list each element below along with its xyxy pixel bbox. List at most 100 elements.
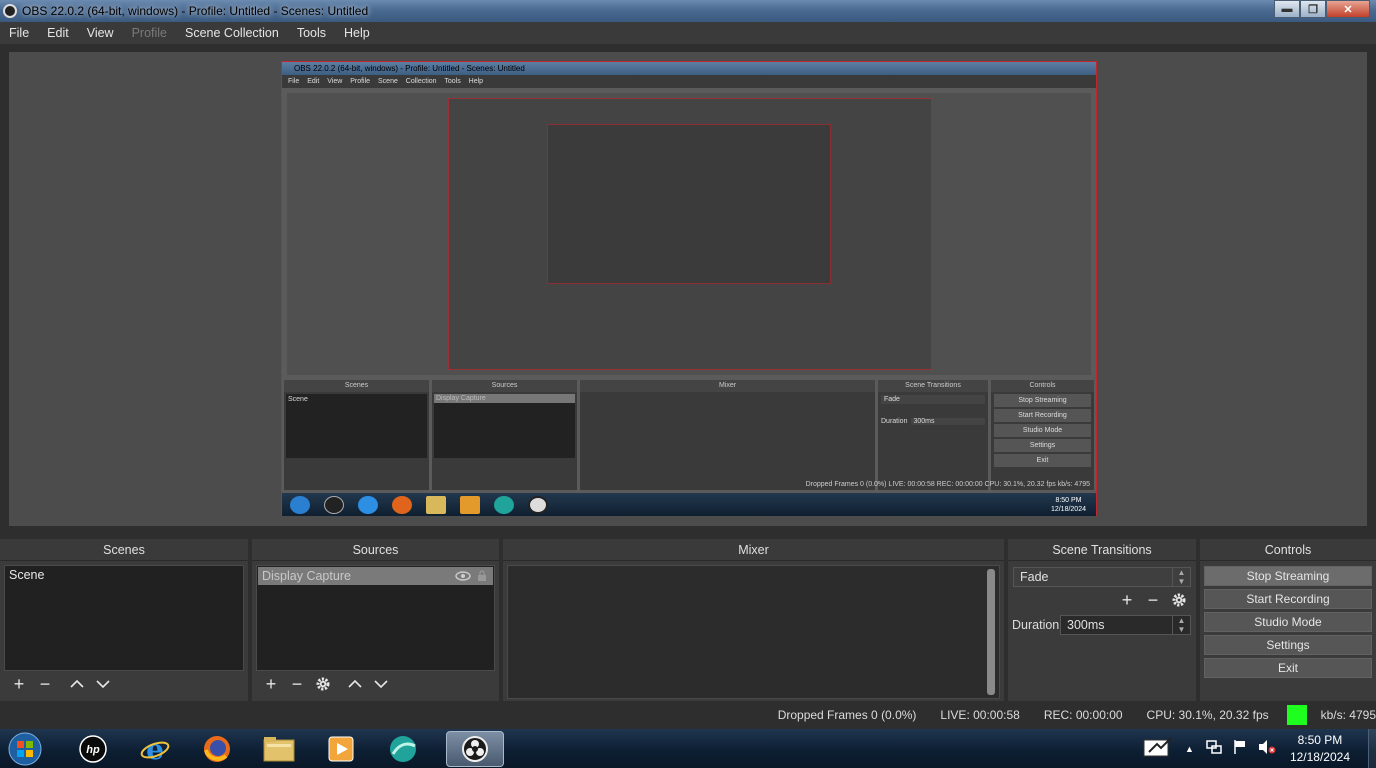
gear-icon[interactable] xyxy=(314,675,332,693)
nested-controls-dock: Controls Stop Streaming Start Recording … xyxy=(991,380,1094,490)
chevron-updown-icon: ▲ ▼ xyxy=(1172,568,1190,586)
scenes-dock: Scenes Scene + − xyxy=(0,539,248,701)
remove-icon[interactable]: − xyxy=(1144,590,1162,610)
display-capture-preview[interactable]: OBS 22.0.2 (64-bit, windows) - Profile: … xyxy=(281,61,1097,516)
nested-clock: 8:50 PM 12/18/2024 xyxy=(1050,496,1086,513)
nested-deep-capture xyxy=(547,124,831,284)
menu-file[interactable]: File xyxy=(0,26,38,40)
hp-icon[interactable]: hp xyxy=(74,731,112,767)
nested-inner-capture xyxy=(448,98,932,370)
nested-menu-bar: File Edit View Profile Scene Collection … xyxy=(282,75,1096,88)
network-icon[interactable] xyxy=(1206,739,1222,758)
transition-toolbar: + − xyxy=(1118,590,1188,610)
show-hidden-icons-icon[interactable]: ▲ xyxy=(1185,744,1194,754)
menu-help[interactable]: Help xyxy=(335,26,379,40)
nested-docks: Scenes Scene Sources Display Capture Mix… xyxy=(284,380,1094,490)
scenes-dock-title: Scenes xyxy=(0,539,248,561)
scenes-list[interactable]: Scene xyxy=(4,565,244,671)
window-controls: ▬ ❐ ✕ xyxy=(1274,0,1370,18)
scene-item[interactable]: Scene xyxy=(5,566,243,584)
controls-dock: Controls Stop Streaming Start Recording … xyxy=(1200,539,1376,701)
scenes-toolbar: + − xyxy=(10,674,112,694)
sources-toolbar: + − xyxy=(262,674,390,694)
flag-icon[interactable] xyxy=(1232,739,1248,758)
mixer-panel xyxy=(507,565,1000,699)
menu-view[interactable]: View xyxy=(78,26,123,40)
exit-button[interactable]: Exit xyxy=(1204,658,1372,678)
scene-transitions-dock: Scene Transitions Fade ▲ ▼ + − Duration 3… xyxy=(1008,539,1196,701)
live-time: LIVE: 00:00:58 xyxy=(940,708,1020,722)
ie-icon[interactable]: e xyxy=(136,731,174,767)
title-bar: OBS 22.0.2 (64-bit, windows) - Profile: … xyxy=(0,0,1376,22)
folder-icon[interactable] xyxy=(260,731,298,767)
rec-time: REC: 00:00:00 xyxy=(1043,708,1123,722)
mixer-dock-title: Mixer xyxy=(503,539,1004,561)
move-up-icon[interactable] xyxy=(346,675,364,693)
mixer-scrollbar[interactable] xyxy=(987,569,995,695)
firefox-icon[interactable] xyxy=(198,731,236,767)
add-icon[interactable]: + xyxy=(262,674,280,694)
nested-firefox-icon xyxy=(392,495,412,514)
close-button[interactable]: ✕ xyxy=(1326,0,1370,18)
duration-label: Duration xyxy=(1012,618,1060,632)
clock[interactable]: 8:50 PM 12/18/2024 xyxy=(1290,732,1350,766)
volume-muted-icon[interactable] xyxy=(1258,739,1276,758)
visibility-eye-icon[interactable] xyxy=(455,571,471,581)
studio-mode-button[interactable]: Studio Mode xyxy=(1204,612,1372,632)
menu-edit[interactable]: Edit xyxy=(38,26,78,40)
obs-app-icon xyxy=(3,4,17,18)
nested-preview xyxy=(287,93,1091,375)
lock-icon[interactable] xyxy=(477,570,487,582)
remove-icon[interactable]: − xyxy=(288,674,306,694)
sources-dock-title: Sources xyxy=(252,539,499,561)
nested-browser-icon xyxy=(494,495,514,514)
transition-select[interactable]: Fade ▲ ▼ xyxy=(1013,567,1191,587)
add-icon[interactable]: + xyxy=(1118,590,1136,610)
add-icon[interactable]: + xyxy=(10,674,28,694)
menu-tools[interactable]: Tools xyxy=(288,26,335,40)
dropped-frames: Dropped Frames 0 (0.0%) xyxy=(777,708,917,722)
spinner-icon[interactable]: ▲ ▼ xyxy=(1172,616,1190,634)
preview-canvas[interactable]: OBS 22.0.2 (64-bit, windows) - Profile: … xyxy=(9,52,1367,526)
move-down-icon[interactable] xyxy=(372,675,390,693)
svg-text:e: e xyxy=(146,734,164,764)
action-center-icon[interactable] xyxy=(1143,736,1175,761)
minimize-button[interactable]: ▬ xyxy=(1274,0,1300,18)
main-area: OBS 22.0.2 (64-bit, windows) - Profile: … xyxy=(0,44,1376,538)
nested-title-bar: OBS 22.0.2 (64-bit, windows) - Profile: … xyxy=(282,62,1096,75)
move-up-icon[interactable] xyxy=(68,675,86,693)
bitrate: kb/s: 4795 xyxy=(1320,708,1376,722)
browser-icon[interactable] xyxy=(384,731,422,767)
system-tray: ▲ 8:50 PM 12/18/2024 xyxy=(1143,729,1376,768)
gear-icon[interactable] xyxy=(1170,591,1188,609)
nested-hp-icon xyxy=(324,495,344,514)
nested-obs-icon xyxy=(528,495,548,514)
source-item[interactable]: Display Capture xyxy=(258,567,493,585)
nested-status-bar: Dropped Frames 0 (0.0%) LIVE: 00:00:58 R… xyxy=(805,481,1090,488)
menu-profile[interactable]: Profile xyxy=(123,26,176,40)
nested-taskbar: 8:50 PM 12/18/2024 xyxy=(282,493,1096,516)
sources-list[interactable]: Display Capture xyxy=(256,565,495,671)
duration-input[interactable]: 300ms ▲ ▼ xyxy=(1060,615,1191,635)
status-bar: Dropped Frames 0 (0.0%) LIVE: 00:00:58 R… xyxy=(0,701,1376,729)
settings-button[interactable]: Settings xyxy=(1204,635,1372,655)
windows-taskbar: hp e ▲ 8:50 PM 12/18/2024 xyxy=(0,729,1376,768)
move-down-icon[interactable] xyxy=(94,675,112,693)
start-icon[interactable] xyxy=(6,731,44,767)
menu-bar: File Edit View Profile Scene Collection … xyxy=(0,22,1376,44)
clock-date: 12/18/2024 xyxy=(1289,749,1350,764)
start-recording-button[interactable]: Start Recording xyxy=(1204,589,1372,609)
window-title: OBS 22.0.2 (64-bit, windows) - Profile: … xyxy=(22,4,369,18)
stream-health-indicator xyxy=(1286,705,1307,725)
show-desktop-button[interactable] xyxy=(1368,729,1376,768)
stop-streaming-button[interactable]: Stop Streaming xyxy=(1204,566,1372,586)
docks-area: Scenes Scene + − Sources Display Capture xyxy=(0,538,1376,701)
restore-button[interactable]: ❐ xyxy=(1300,0,1326,18)
svg-text:hp: hp xyxy=(86,744,100,756)
obs-icon[interactable] xyxy=(446,730,504,767)
nested-mixer-dock: Mixer xyxy=(580,380,875,490)
media-player-icon[interactable] xyxy=(322,731,360,767)
menu-scene-collection[interactable]: Scene Collection xyxy=(176,26,288,40)
remove-icon[interactable]: − xyxy=(36,674,54,694)
sources-dock: Sources Display Capture + − xyxy=(252,539,499,701)
